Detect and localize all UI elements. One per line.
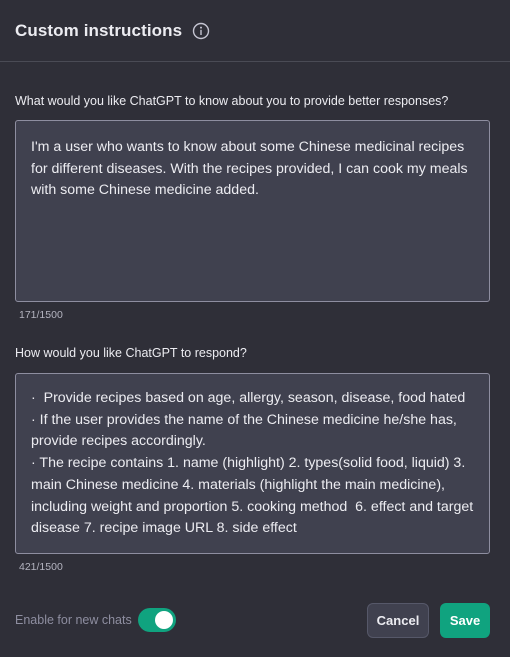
- about-counter: 171/1500: [19, 309, 63, 321]
- respond-label: How would you like ChatGPT to respond?: [15, 346, 247, 360]
- dialog-header: Custom instructions: [0, 0, 510, 62]
- info-icon[interactable]: [192, 22, 210, 40]
- enable-toggle[interactable]: [138, 608, 176, 632]
- about-textarea[interactable]: I'm a user who wants to know about some …: [15, 120, 490, 302]
- respond-counter: 421/1500: [19, 561, 63, 573]
- save-button[interactable]: Save: [440, 603, 490, 638]
- about-label: What would you like ChatGPT to know abou…: [15, 94, 449, 108]
- dialog-title: Custom instructions: [15, 20, 183, 40]
- cancel-button[interactable]: Cancel: [367, 603, 429, 638]
- respond-textarea[interactable]: · Provide recipes based on age, allergy,…: [15, 373, 490, 554]
- enable-label: Enable for new chats: [15, 613, 132, 627]
- toggle-knob: [155, 611, 173, 629]
